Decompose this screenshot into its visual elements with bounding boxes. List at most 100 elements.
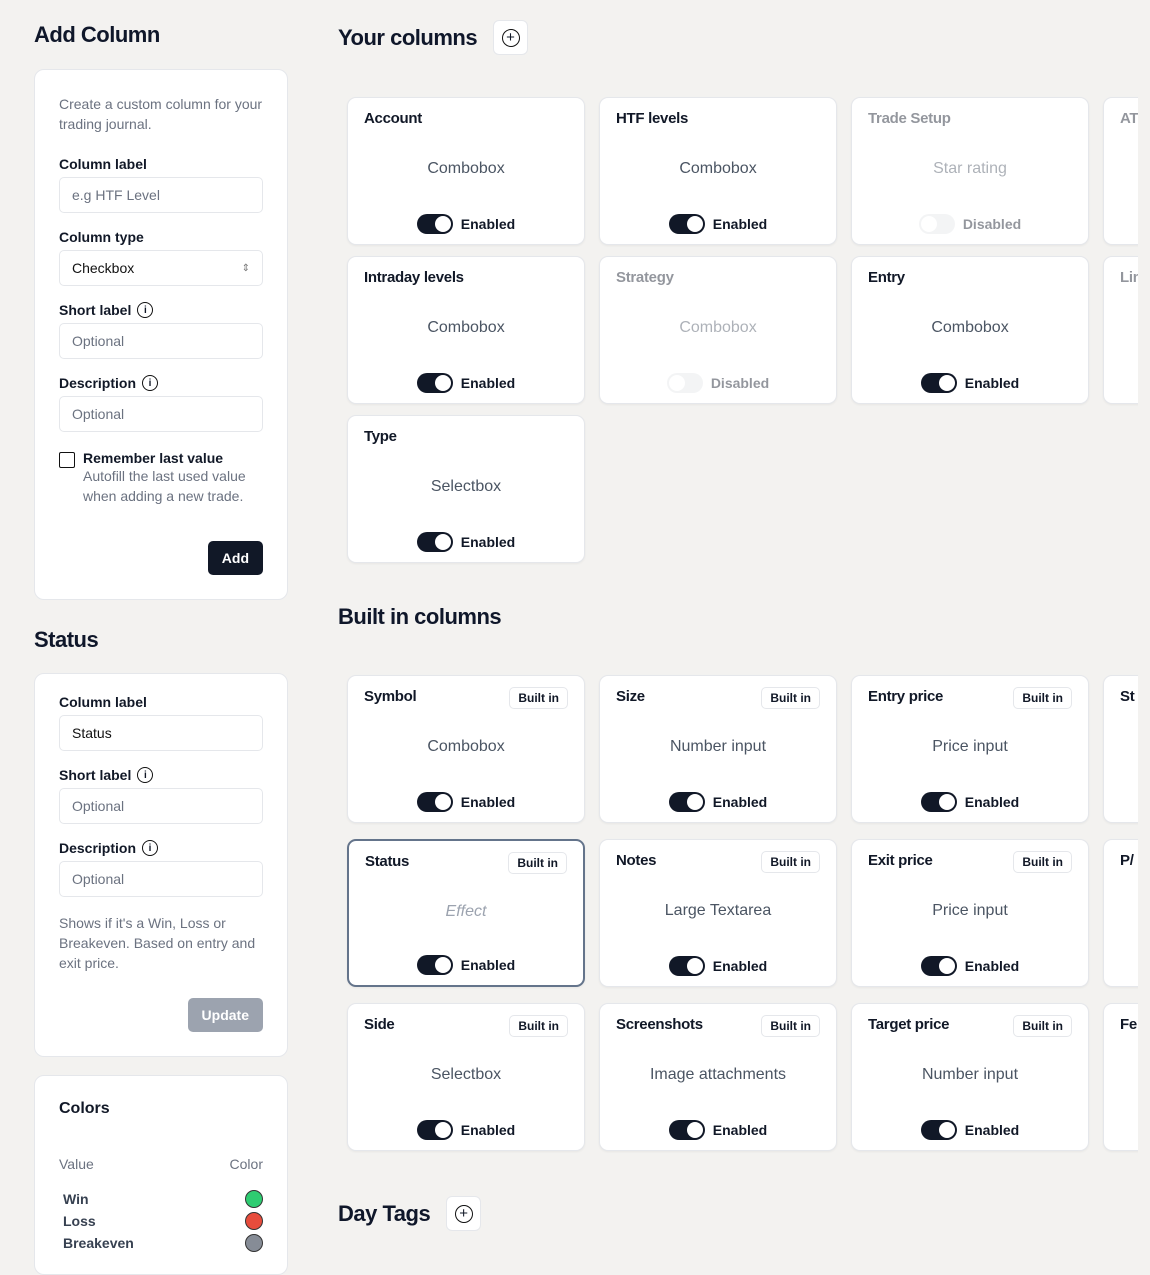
built-in-badge: Built in	[761, 1015, 820, 1037]
column-card[interactable]: Entry Combobox Enabled	[851, 256, 1089, 404]
column-card[interactable]: Strategy Combobox Disabled	[599, 256, 837, 404]
column-name: Account	[364, 110, 422, 127]
column-card[interactable]: Type Selectbox Enabled	[347, 415, 585, 563]
enabled-toggle[interactable]	[668, 956, 705, 976]
toggle-row: Disabled	[852, 214, 1088, 234]
description-label: Description	[59, 375, 137, 391]
enabled-toggle[interactable]	[668, 214, 705, 234]
description-input[interactable]: Optional	[59, 861, 263, 897]
enabled-toggle[interactable]	[416, 792, 453, 812]
column-card[interactable]: Side Built in Selectbox Enabled	[347, 1003, 585, 1151]
colors-panel: Colors Value Color Win Loss Breakeven	[34, 1075, 288, 1275]
column-card[interactable]: ATR 1m Number input Disabled	[1103, 97, 1138, 245]
enabled-toggle[interactable]	[920, 956, 957, 976]
toggle-row: Enabled	[600, 1120, 836, 1140]
column-type: Checkbox	[1104, 319, 1138, 337]
column-card[interactable]: St	[1103, 675, 1138, 823]
toggle-row: Enabled	[600, 956, 836, 976]
toggle-row: Enabled	[348, 532, 584, 552]
value: Status	[72, 725, 112, 741]
column-name: Fe	[1120, 1016, 1137, 1033]
color-value: Breakeven	[63, 1235, 134, 1251]
info-icon[interactable]: i	[142, 375, 159, 391]
column-card[interactable]: Target price Built in Number input Enabled	[851, 1003, 1089, 1151]
column-card[interactable]: Trade Setup Star rating Disabled	[851, 97, 1089, 245]
column-type: Combobox	[427, 319, 505, 336]
chevron-up-down-icon: ⇕	[241, 262, 250, 274]
info-icon[interactable]: i	[137, 767, 154, 783]
toggle-status: Disabled	[710, 375, 770, 391]
enabled-toggle[interactable]	[918, 214, 955, 234]
enabled-toggle[interactable]	[920, 1120, 957, 1140]
remember-checkbox[interactable]	[59, 452, 75, 468]
column-card[interactable]: Limit in Checkbox Disabled	[1103, 256, 1138, 404]
toggle-row: Disabled	[1104, 214, 1138, 234]
column-type: Star rating	[933, 160, 1007, 177]
column-card[interactable]: HTF levels Combobox Enabled	[599, 97, 837, 245]
column-type-select[interactable]: Checkbox ⇕	[59, 250, 263, 286]
enabled-toggle[interactable]	[920, 373, 957, 393]
enabled-toggle[interactable]	[416, 532, 453, 552]
enabled-toggle[interactable]	[668, 1120, 705, 1140]
toggle-status: Enabled	[712, 958, 768, 974]
column-card[interactable]: P/	[1103, 839, 1138, 987]
toggle-row: Enabled	[852, 1120, 1088, 1140]
description-input[interactable]: Optional	[59, 396, 263, 432]
built-in-badge: Built in	[509, 1015, 568, 1037]
color-swatch[interactable]	[245, 1234, 263, 1252]
add-column-button[interactable]: +	[493, 20, 529, 55]
column-type: Selectbox	[430, 1066, 502, 1083]
toggle-status: Enabled	[964, 794, 1020, 810]
column-type: Selectbox	[430, 478, 502, 495]
column-card[interactable]: Size Built in Number input Enabled	[599, 675, 837, 823]
add-button[interactable]: Add	[207, 541, 263, 575]
column-name: Strategy	[616, 269, 674, 286]
column-card[interactable]: Entry price Built in Price input Enabled	[851, 675, 1089, 823]
enabled-toggle[interactable]	[668, 792, 705, 812]
column-type: Price input	[932, 902, 1008, 919]
column-card[interactable]: Intraday levels Combobox Enabled	[347, 256, 585, 404]
column-card[interactable]: Notes Built in Large Textarea Enabled	[599, 839, 837, 987]
column-card[interactable]: Screenshots Built in Image attachments Enab…	[599, 1003, 837, 1151]
enabled-toggle[interactable]	[416, 214, 453, 234]
column-type: Number input	[669, 738, 767, 755]
built-in-badge: Built in	[761, 851, 820, 873]
color-swatch[interactable]	[245, 1190, 263, 1208]
add-day-tag-button[interactable]: +	[446, 1196, 482, 1231]
column-name: HTF levels	[616, 110, 689, 127]
enabled-toggle[interactable]	[416, 373, 453, 393]
color-row: Breakeven	[59, 1232, 263, 1254]
column-type: Combobox	[427, 160, 505, 177]
info-icon[interactable]: i	[137, 302, 154, 318]
enabled-toggle[interactable]	[666, 373, 703, 393]
short-label-input[interactable]: Optional	[59, 788, 263, 824]
column-card[interactable]: Exit price Built in Price input Enabled	[851, 839, 1089, 987]
column-type: Combobox	[427, 738, 505, 755]
enabled-toggle[interactable]	[920, 792, 957, 812]
info-icon[interactable]: i	[142, 840, 159, 856]
status-title: Status	[34, 627, 99, 652]
column-type: Combobox	[931, 319, 1009, 336]
toggle-status: Enabled	[712, 1122, 768, 1138]
built-in-badge: Built in	[1013, 851, 1072, 873]
toggle-status: Enabled	[964, 1122, 1020, 1138]
remember-help: Autofill the last used value when adding…	[83, 468, 246, 504]
color-swatch[interactable]	[245, 1212, 263, 1230]
your-columns-title: Your columns	[338, 24, 478, 50]
column-type: Price input	[932, 738, 1008, 755]
column-name: P/	[1120, 852, 1134, 869]
enabled-toggle[interactable]	[416, 955, 453, 975]
selected-value: Checkbox	[72, 260, 135, 276]
column-label-input[interactable]: e.g HTF Level	[59, 177, 263, 213]
placeholder: e.g HTF Level	[72, 187, 160, 203]
column-card[interactable]: Account Combobox Enabled	[347, 97, 585, 245]
column-card[interactable]: Symbol Built in Combobox Enabled	[347, 675, 585, 823]
toggle-status: Enabled	[964, 958, 1020, 974]
column-label-input[interactable]: Status	[59, 715, 263, 751]
update-button[interactable]: Update	[187, 998, 263, 1032]
status-help: Shows if it's a Win, Loss or Breakeven. …	[59, 915, 256, 971]
short-label-input[interactable]: Optional	[59, 323, 263, 359]
enabled-toggle[interactable]	[416, 1120, 453, 1140]
column-card[interactable]: Fe	[1103, 1003, 1138, 1151]
column-card[interactable]: Status Built in Effect Enabled	[347, 839, 585, 987]
